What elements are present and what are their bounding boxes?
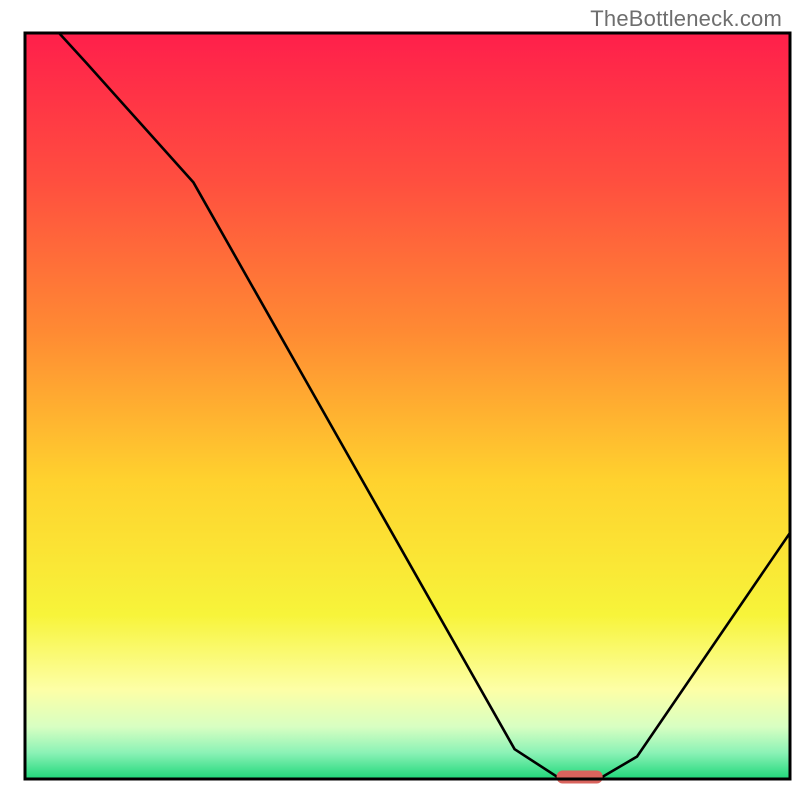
bottleneck-chart	[0, 0, 800, 800]
optimal-marker	[557, 771, 603, 784]
chart-container: TheBottleneck.com	[0, 0, 800, 800]
plot-background	[25, 33, 790, 779]
